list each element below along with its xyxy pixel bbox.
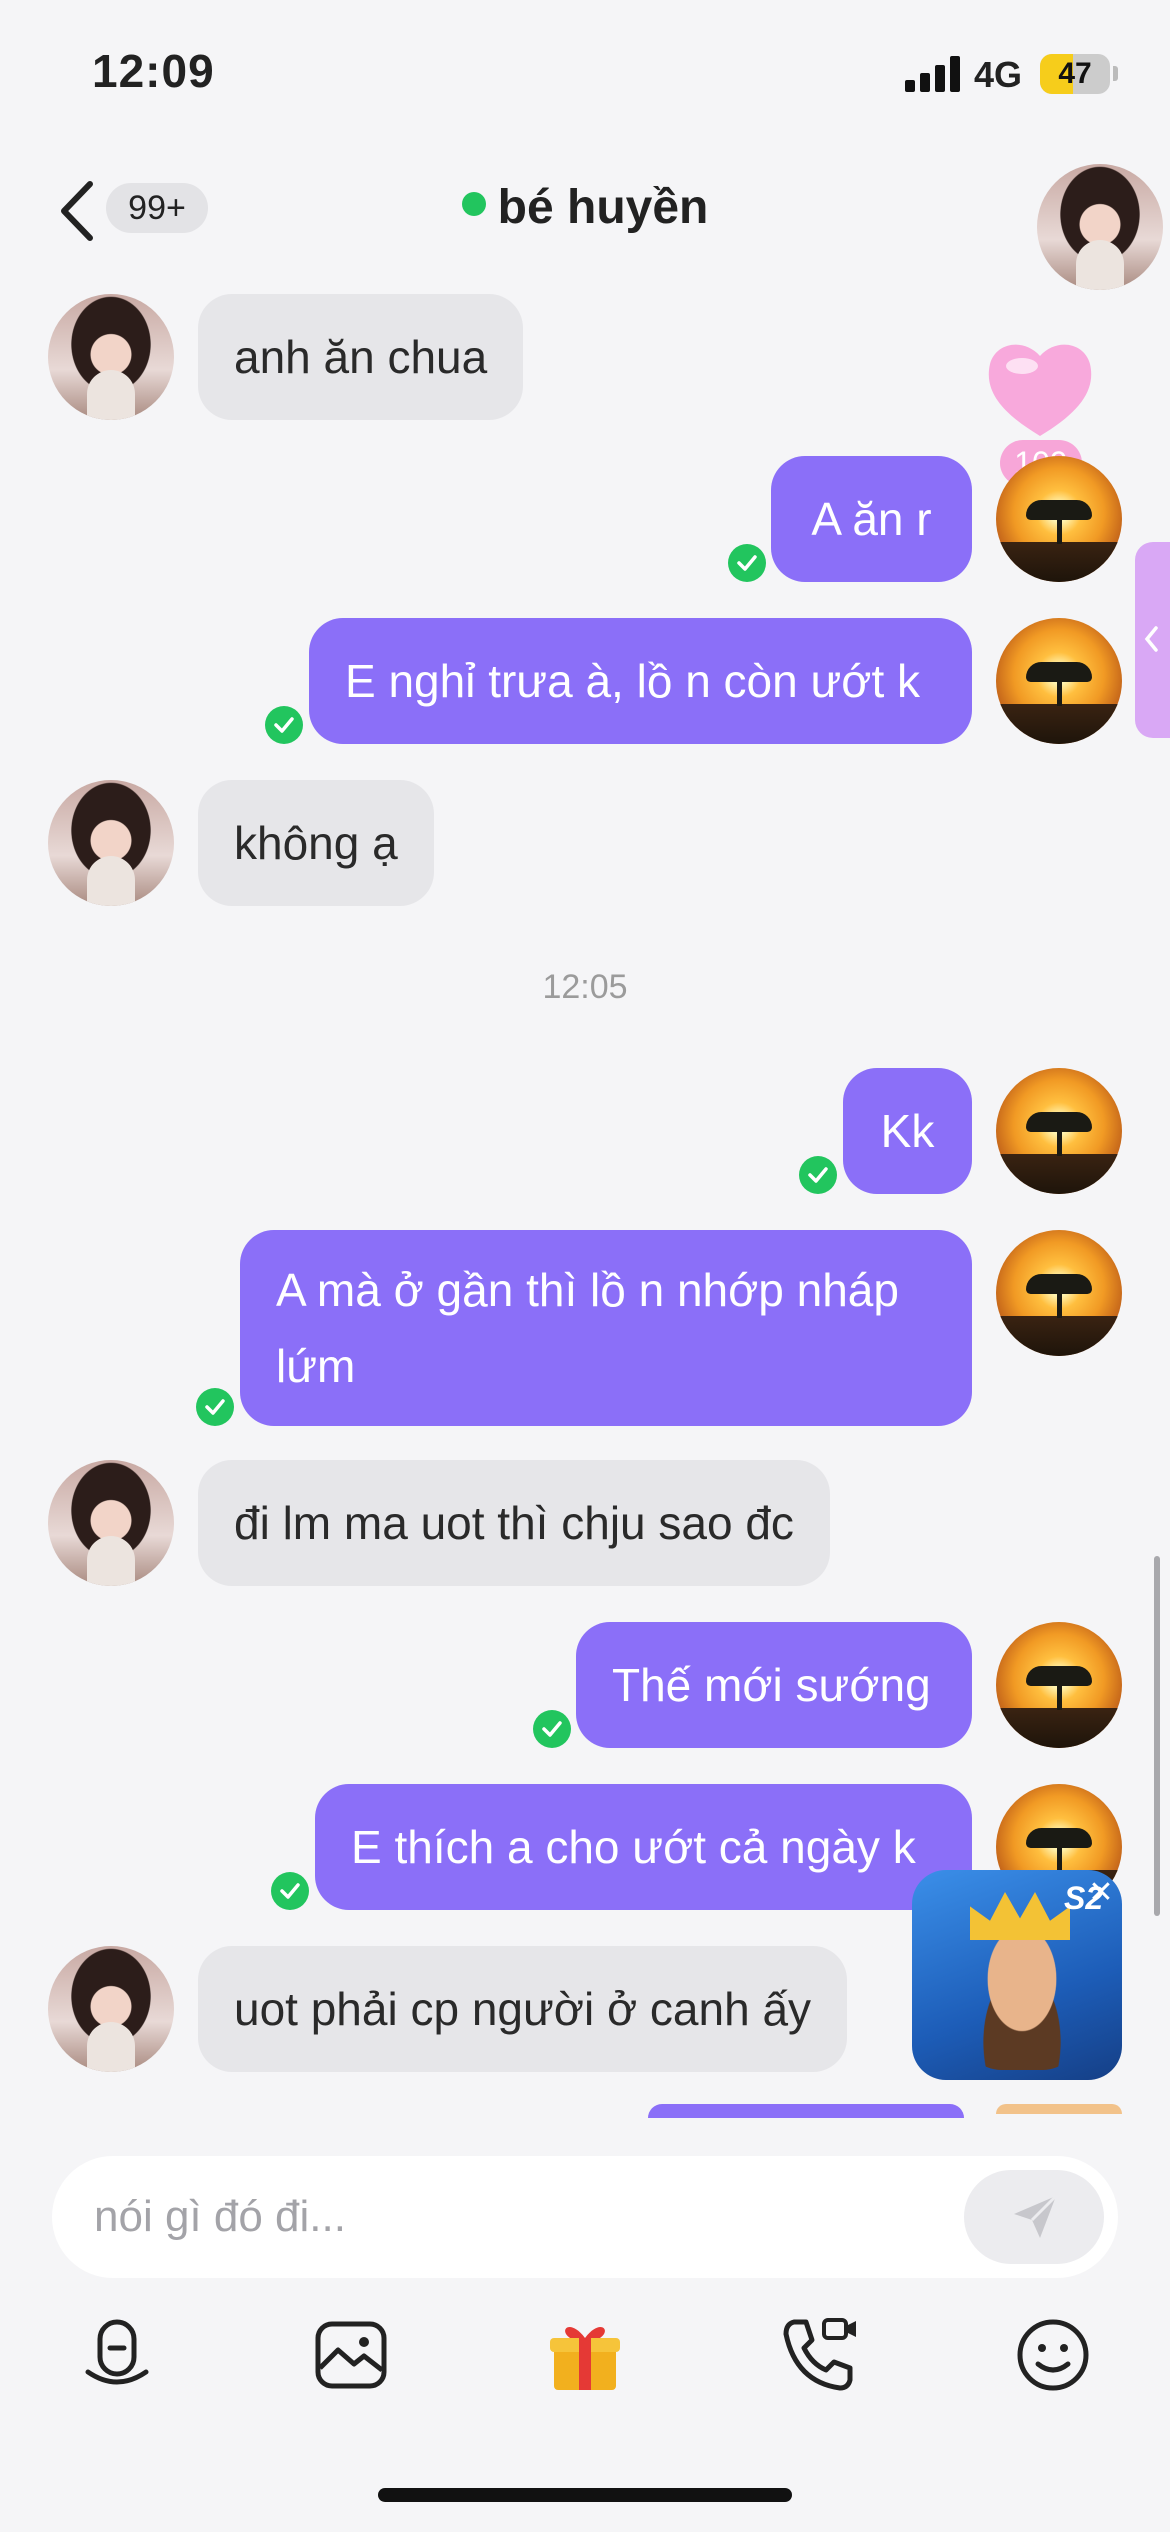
contact-avatar[interactable]: [1037, 164, 1163, 290]
message-bubble-outgoing[interactable]: Kk: [843, 1068, 972, 1194]
message-input-bar[interactable]: nói gì đó đi...: [52, 2156, 1118, 2278]
battery-level: 47: [1058, 57, 1092, 90]
sender-avatar[interactable]: [48, 780, 174, 906]
message-bubble-incoming[interactable]: uot phải cp người ở canh ấy: [198, 1946, 848, 2072]
status-bar: 12:09 4G 47: [0, 0, 1170, 150]
video-call-icon: [783, 2318, 856, 2391]
image-button[interactable]: [306, 2310, 396, 2400]
my-avatar[interactable]: [996, 1068, 1122, 1194]
my-avatar[interactable]: [996, 1622, 1122, 1748]
bottom-toolbar: [0, 2310, 1170, 2400]
message-bubble-outgoing[interactable]: A mà ở gần thì lồ n nhớp nháp lứm: [240, 1230, 972, 1426]
read-check-icon: [271, 1872, 309, 1910]
home-indicator[interactable]: [378, 2488, 792, 2502]
gift-icon: [550, 2327, 620, 2390]
sender-avatar[interactable]: [48, 294, 174, 420]
scrollbar[interactable]: [1154, 1556, 1160, 1916]
read-check-icon: [533, 1710, 571, 1748]
network-type: 4G: [974, 54, 1023, 95]
sender-avatar[interactable]: [48, 1460, 174, 1586]
crown-icon: [970, 1892, 1070, 1940]
voice-icon: [85, 2319, 149, 2385]
send-icon: [1014, 2194, 1058, 2238]
message-bubble-incoming[interactable]: đi lm ma uot thì chju sao đc: [198, 1460, 830, 1586]
emoji-icon: [1017, 2319, 1089, 2391]
timestamp-divider: 12:05: [542, 968, 628, 1006]
game-ad-widget[interactable]: S2 ✕: [912, 1870, 1122, 2080]
image-icon: [315, 2321, 387, 2389]
heart-reaction-icon[interactable]: [980, 332, 1100, 452]
partial-avatar: [996, 2104, 1122, 2114]
signal-strength-icon: [905, 56, 963, 92]
chat-title-wrap[interactable]: bé huyền: [0, 180, 1170, 235]
chat-header: 99+ bé huyền: [0, 150, 1170, 290]
message-bubble-outgoing[interactable]: E thích a cho ướt cả ngày k: [315, 1784, 972, 1910]
my-avatar[interactable]: [996, 1230, 1122, 1356]
my-avatar[interactable]: [996, 456, 1122, 582]
battery-icon: 47: [1040, 54, 1110, 94]
message-bubble-outgoing[interactable]: E nghỉ trưa à, lồ n còn ướt k: [309, 618, 972, 744]
partial-message-bubble: [648, 2104, 964, 2118]
video-call-button[interactable]: [774, 2310, 864, 2400]
side-panel-tab[interactable]: [1135, 542, 1170, 738]
sender-avatar[interactable]: [48, 1946, 174, 2072]
read-check-icon: [265, 706, 303, 744]
send-button[interactable]: [964, 2170, 1104, 2264]
read-check-icon: [196, 1388, 234, 1426]
close-icon[interactable]: ✕: [1086, 1878, 1116, 1908]
message-bubble-incoming[interactable]: anh ăn chua: [198, 294, 524, 420]
message-input-placeholder[interactable]: nói gì đó đi...: [94, 2156, 346, 2278]
message-bubble-incoming[interactable]: không ạ: [198, 780, 434, 906]
gift-button[interactable]: [540, 2310, 630, 2400]
voice-button[interactable]: [72, 2310, 162, 2400]
message-bubble-outgoing[interactable]: A ăn r: [771, 456, 972, 582]
my-avatar[interactable]: [996, 618, 1122, 744]
status-time: 12:09: [92, 45, 215, 97]
emoji-button[interactable]: [1008, 2310, 1098, 2400]
read-check-icon: [799, 1156, 837, 1194]
battery-cap: [1113, 66, 1118, 81]
online-status-icon: [461, 191, 486, 216]
game-character-image: [962, 1930, 1082, 2070]
message-bubble-outgoing[interactable]: Thế mới sướng: [576, 1622, 972, 1748]
chevron-left-icon: [1144, 626, 1158, 652]
contact-name: bé huyền: [497, 181, 709, 234]
read-check-icon: [728, 544, 766, 582]
